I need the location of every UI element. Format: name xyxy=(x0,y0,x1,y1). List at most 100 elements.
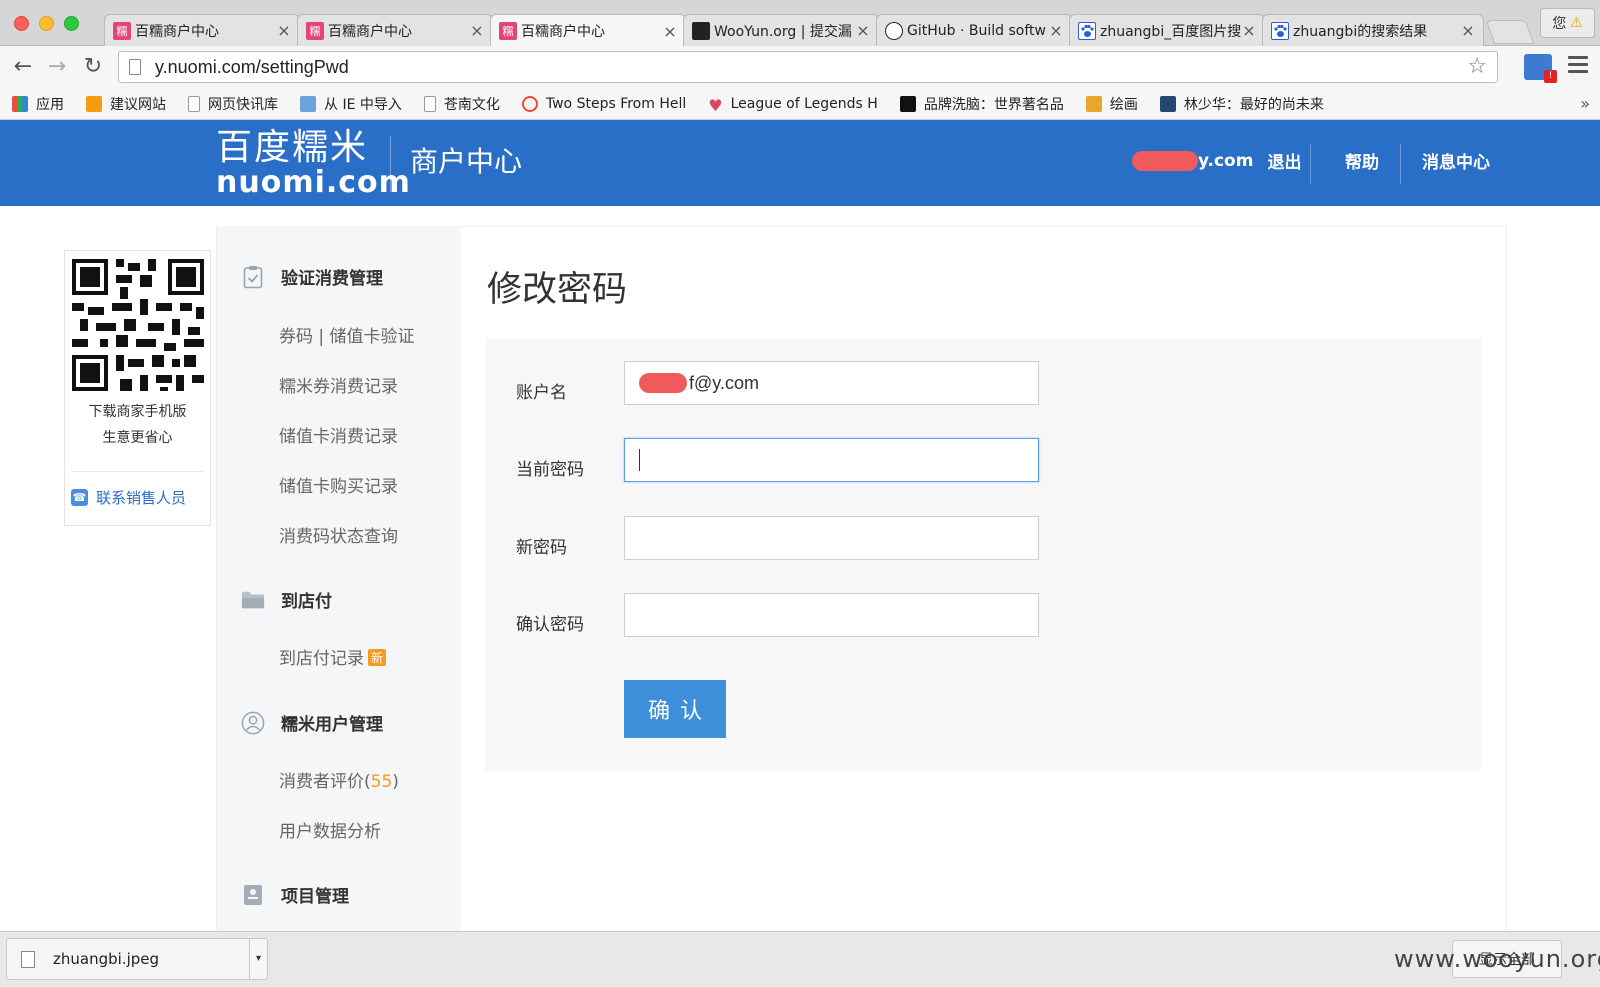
nuomi-icon: 糯 xyxy=(499,22,517,40)
tab-close-icon[interactable]: × xyxy=(663,22,677,41)
nuomi-logo[interactable]: 百度糯米 nuomi.com xyxy=(216,128,411,198)
bookmark-item[interactable]: 品牌洗脑：世界著名品 xyxy=(899,94,1064,114)
sidebar-group-title: 验证消费管理 xyxy=(281,269,383,289)
main-content: 修改密码 账户名 f@y.com 当前密码 新密码 确认密码 确认 xyxy=(461,226,1507,932)
bookmark-label: 应用 xyxy=(36,96,64,113)
bookmark-label: 从 IE 中导入 xyxy=(324,96,402,113)
sidebar-item-user-analytics[interactable]: 用户数据分析 xyxy=(279,817,381,842)
profile-button[interactable]: 您 ⚠ xyxy=(1540,8,1595,38)
bookmark-item[interactable]: Two Steps From Hell xyxy=(521,95,687,112)
tab-close-icon[interactable]: × xyxy=(1461,21,1475,40)
confirm-button[interactable]: 确认 xyxy=(624,680,726,738)
bookmark-label: 绘画 xyxy=(1109,96,1138,113)
page-icon xyxy=(188,95,200,112)
site-icon xyxy=(1159,95,1176,112)
bookmark-label: Two Steps From Hell xyxy=(545,95,687,112)
browser-tab[interactable]: zhuangbi_百度图片搜 × xyxy=(1069,14,1265,46)
sidebar-item-voucher-verify[interactable]: 券码 | 储值卡验证 xyxy=(279,322,415,347)
bookmark-item[interactable]: 绘画 xyxy=(1085,94,1138,114)
bookmark-item[interactable]: 建议网站 xyxy=(86,94,166,114)
download-file-name: zhuangbi.jpeg xyxy=(53,950,160,968)
watermark-text: www.wooyun.org xyxy=(1394,945,1600,973)
sidebar-group-project-mgmt[interactable]: 项目管理 xyxy=(241,882,349,907)
message-center-link[interactable]: 消息中心 xyxy=(1422,148,1490,173)
address-url[interactable]: y.nuomi.com/settingPwd xyxy=(155,57,349,78)
tab-close-icon[interactable]: × xyxy=(1049,21,1063,40)
browser-tab[interactable]: 糯 百糯商户中心 × xyxy=(297,14,493,46)
sidebar-item-instore-records[interactable]: 到店付记录新 xyxy=(279,644,387,669)
redacted-mark xyxy=(639,373,687,393)
back-arrow-icon[interactable]: ← xyxy=(10,54,36,80)
contact-sales-link[interactable]: ☎ 联系销售人员 xyxy=(71,487,186,508)
account-value: f@y.com xyxy=(689,372,759,393)
browser-tab[interactable]: GitHub · Build softw × xyxy=(876,14,1072,46)
logo-chinese: 百度糯米 xyxy=(216,127,369,168)
warning-icon: ⚠ xyxy=(1570,15,1583,31)
tab-close-icon[interactable]: × xyxy=(470,21,484,40)
bookmark-item[interactable]: 从 IE 中导入 xyxy=(300,94,402,114)
download-item[interactable]: zhuangbi.jpeg ▾ xyxy=(6,938,268,980)
tab-close-icon[interactable]: × xyxy=(856,21,870,40)
window-zoom-button[interactable] xyxy=(64,16,79,31)
bookmark-item[interactable]: ♥ League of Legends H xyxy=(708,96,878,115)
confirm-password-label: 确认密码 xyxy=(516,615,584,635)
bookmark-item[interactable]: 苍南文化 xyxy=(423,94,500,114)
bookmarks-overflow-icon[interactable]: » xyxy=(1580,94,1590,113)
bookmark-star-icon[interactable]: ☆ xyxy=(1467,54,1487,79)
sidebar-group-title: 到店付 xyxy=(281,592,332,612)
sidebar-item-code-status[interactable]: 消费码状态查询 xyxy=(279,522,398,547)
tab-close-icon[interactable]: × xyxy=(1242,21,1256,40)
sidebar-group-instore-pay[interactable]: 到店付 xyxy=(241,587,332,612)
divider xyxy=(71,471,204,472)
user-circle-icon xyxy=(241,711,265,735)
bookmark-item[interactable]: 网页快讯库 xyxy=(188,94,278,114)
sidebar-item-reviews[interactable]: 消费者评价(55) xyxy=(279,767,399,792)
tab-close-icon[interactable]: × xyxy=(277,21,291,40)
bookmark-label: 网页快讯库 xyxy=(208,96,278,113)
baidu-paw-icon xyxy=(1271,21,1289,40)
window-minimize-button[interactable] xyxy=(39,16,54,31)
baidu-paw-icon xyxy=(1078,21,1096,40)
tab-title: zhuangbi_百度图片搜 xyxy=(1100,23,1242,40)
dropdown-arrow-icon[interactable]: ▾ xyxy=(249,939,267,979)
sidebar-group-user-mgmt[interactable]: 糯米用户管理 xyxy=(241,710,383,735)
logout-link[interactable]: 退出 xyxy=(1267,148,1301,173)
tab-title: WooYun.org | 提交漏 xyxy=(714,23,852,40)
text-caret xyxy=(639,449,640,471)
help-link[interactable]: 帮助 xyxy=(1345,148,1379,173)
extension-icon[interactable]: ! xyxy=(1524,54,1557,83)
logo-english: nuomi.com xyxy=(216,165,411,200)
address-bar[interactable]: y.nuomi.com/settingPwd ☆ xyxy=(118,51,1498,83)
bookmarks-bar: 应用 建议网站 网页快讯库 从 IE 中导入 苍南文化 Two Steps Fr… xyxy=(0,88,1600,120)
new-password-input[interactable] xyxy=(624,516,1039,560)
current-password-input[interactable] xyxy=(624,438,1039,482)
clipboard-check-icon xyxy=(241,265,265,289)
sidebar-group-title: 糯米用户管理 xyxy=(281,715,383,735)
browser-tab[interactable]: 糯 百糯商户中心 × xyxy=(104,14,300,46)
browser-tab[interactable]: zhuangbi的搜索结果 × xyxy=(1262,14,1484,46)
hamburger-menu-icon[interactable] xyxy=(1568,56,1588,76)
download-bar: zhuangbi.jpeg ▾ 显示全部 xyxy=(0,931,1600,987)
browser-tab-active[interactable]: 糯 百糯商户中心 × xyxy=(490,14,686,47)
new-tab-button[interactable] xyxy=(1485,20,1535,44)
bookmark-item[interactable]: 应用 xyxy=(12,94,64,114)
image-file-icon xyxy=(21,950,35,968)
reload-icon[interactable]: ↻ xyxy=(80,54,106,80)
sidebar-item-card-consumption[interactable]: 储值卡消费记录 xyxy=(279,422,398,447)
paren-open: ( xyxy=(364,772,371,792)
profile-label: 您 xyxy=(1552,16,1567,32)
forward-arrow-icon[interactable]: → xyxy=(44,54,70,80)
page-icon xyxy=(423,95,436,112)
sidebar-item-card-purchase[interactable]: 储值卡购买记录 xyxy=(279,472,398,497)
bookmark-label: 林少华：最好的尚未来 xyxy=(1183,96,1324,113)
folder-icon xyxy=(241,588,265,612)
browser-tab[interactable]: WooYun.org | 提交漏 × xyxy=(683,14,879,46)
bookmark-item[interactable]: 林少华：最好的尚未来 xyxy=(1159,94,1324,114)
tab-title: 百糯商户中心 xyxy=(521,24,605,40)
confirm-password-input[interactable] xyxy=(624,593,1039,637)
page-title: 修改密码 xyxy=(487,270,628,310)
window-close-button[interactable] xyxy=(14,16,29,31)
sidebar-group-verify[interactable]: 验证消费管理 xyxy=(241,264,383,289)
header-divider xyxy=(1400,144,1401,184)
sidebar-item-voucher-records[interactable]: 糯米券消费记录 xyxy=(279,372,398,397)
